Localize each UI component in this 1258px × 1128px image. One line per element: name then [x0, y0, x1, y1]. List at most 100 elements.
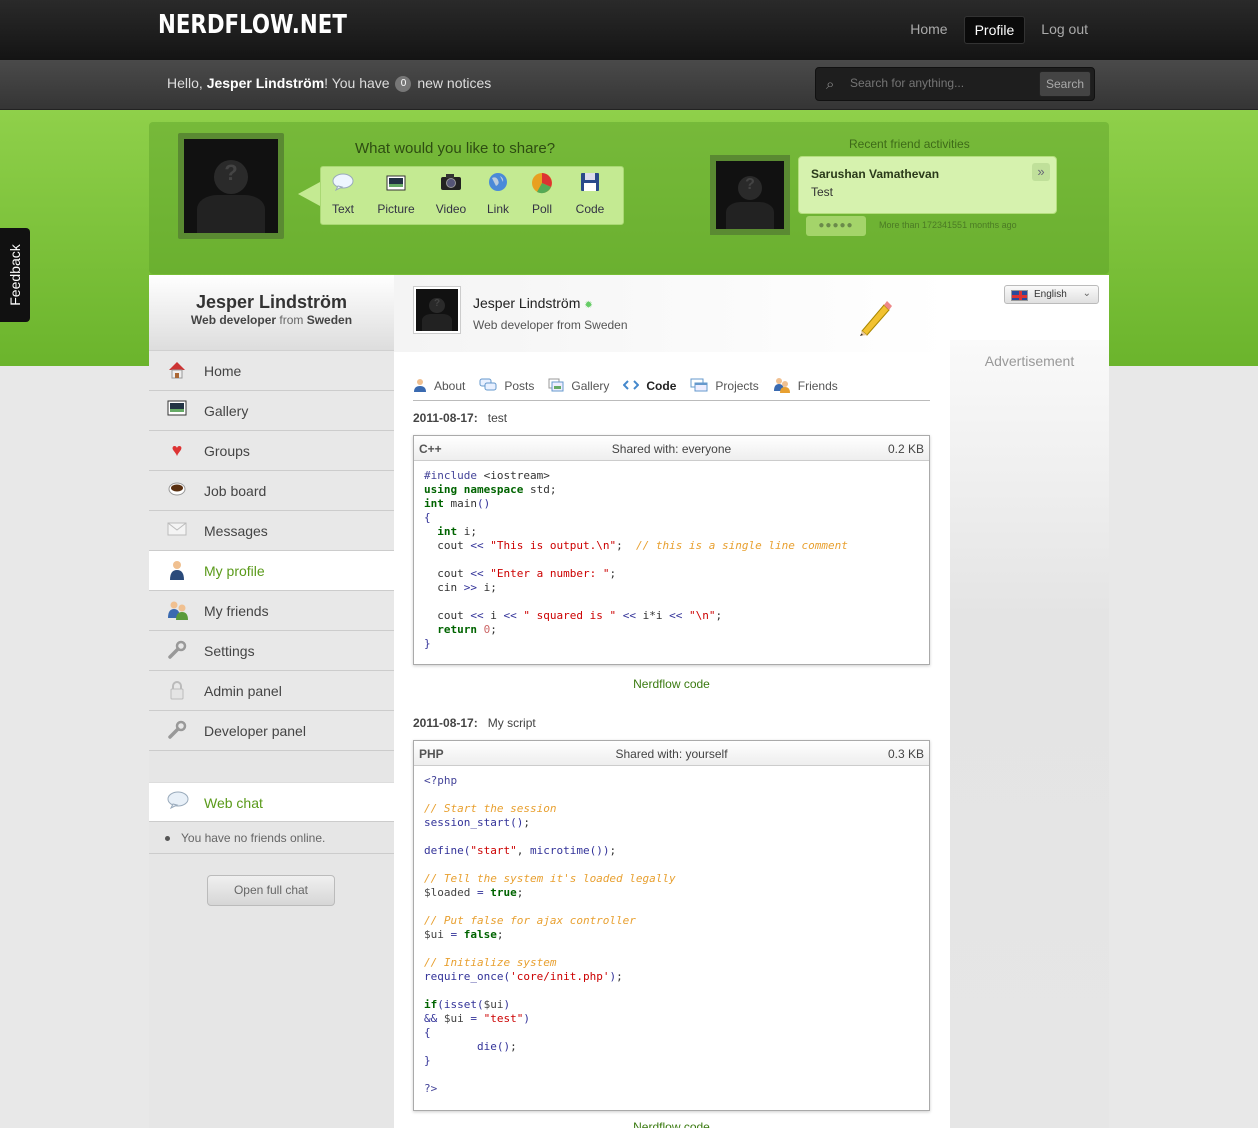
tab-about[interactable]: About	[413, 378, 465, 394]
activity-text: Test	[811, 185, 834, 199]
post-title[interactable]: test	[488, 411, 507, 425]
code-language: PHP	[419, 747, 444, 761]
heart-icon: ♥	[171, 440, 183, 460]
tab-friends[interactable]: Friends	[773, 377, 838, 396]
feedback-tab[interactable]: Feedback	[0, 228, 30, 322]
activity-friend-name[interactable]: Sarushan Vamathevan	[811, 167, 939, 181]
friend-avatar[interactable]: ?	[710, 155, 790, 235]
chat-status: You have no friends online.	[149, 823, 394, 854]
profile-avatar[interactable]: ?	[413, 286, 461, 334]
wrench-icon	[167, 720, 187, 740]
sidebar-item-job-board[interactable]: Job board	[149, 471, 394, 511]
post-date: 2011-08-17: test	[413, 411, 508, 425]
code-snippet-header: Shared with: yourself PHP 0.3 KB	[414, 741, 929, 766]
nerdflow-code-link[interactable]: Nerdflow code	[413, 1120, 930, 1128]
notice-count-badge[interactable]: 0	[395, 76, 412, 93]
online-status-icon: ✹	[584, 300, 593, 311]
search-button[interactable]: Search	[1038, 71, 1091, 97]
sidebar-item-groups[interactable]: ♥ Groups	[149, 431, 394, 471]
sidebar-profile-header: Jesper Lindström Web developer from Swed…	[149, 275, 394, 351]
sidebar-item-my-profile[interactable]: My profile	[149, 551, 394, 591]
top-nav: Home Profile Log out	[900, 16, 1098, 44]
next-activity-button[interactable]: »	[1032, 163, 1050, 181]
profile-name: Jesper Lindström ✹	[473, 295, 593, 311]
double-chevron-right-icon: »	[1037, 164, 1045, 179]
code-snippet-header: Shared with: everyone C++ 0.2 KB	[414, 436, 929, 461]
profile-subtitle: Web developer from Sweden	[473, 318, 628, 332]
sidebar-item-developer-panel[interactable]: Developer panel	[149, 711, 394, 751]
sidebar-item-my-friends[interactable]: My friends	[149, 591, 394, 631]
web-chat-item[interactable]: Web chat	[149, 782, 394, 822]
code-visibility: Shared with: yourself	[615, 747, 728, 761]
sidebar-user-role: Web developer from Sweden	[190, 313, 353, 327]
left-sidebar: Jesper Lindström Web developer from Swed…	[149, 275, 394, 1128]
avatar-placeholder-icon: ?	[184, 139, 278, 233]
right-column: English ⌄ Advertisement	[950, 275, 1109, 1128]
tab-code[interactable]: Code	[622, 378, 676, 394]
camera-icon	[428, 172, 474, 198]
pie-chart-icon	[522, 172, 562, 198]
share-box-pointer	[298, 182, 320, 206]
code-body[interactable]: <?php // Start the session session_start…	[414, 766, 929, 1104]
sidebar-menu: Home Gallery ♥ Groups Job board Messages…	[149, 351, 394, 751]
profile-tabs: About Posts Gallery Code Projects Friend…	[413, 377, 930, 401]
code-snippet: Shared with: everyone C++ 0.2 KB #includ…	[413, 435, 930, 665]
share-poll-button[interactable]: Poll	[522, 172, 562, 216]
uk-flag-icon	[1011, 290, 1028, 301]
tab-gallery[interactable]: Gallery	[548, 378, 609, 394]
sidebar-item-home[interactable]: Home	[149, 351, 394, 391]
greeting-text: Hello, Jesper Lindström! You have 0 new …	[167, 75, 492, 93]
code-size: 0.2 KB	[887, 442, 924, 456]
profile-header: ? Jesper Lindström ✹ Web developer from S…	[394, 275, 950, 352]
post-title[interactable]: My script	[488, 716, 536, 730]
status-dot-icon	[165, 836, 170, 841]
picture-icon	[167, 400, 187, 420]
edit-profile-pencil-icon[interactable]	[854, 297, 894, 337]
code-body[interactable]: #include <iostream> using namespace std;…	[414, 461, 929, 659]
user-avatar[interactable]: ?	[178, 133, 284, 239]
activity-pager-dots[interactable]: ●●●●●	[806, 216, 866, 236]
sidebar-item-gallery[interactable]: Gallery	[149, 391, 394, 431]
globe-icon	[478, 172, 518, 198]
tab-projects[interactable]: Projects	[690, 378, 759, 394]
sidebar-item-admin-panel[interactable]: Admin panel	[149, 671, 394, 711]
recent-activities-title: Recent friend activities	[849, 137, 970, 151]
site-logo[interactable]: NERDFLOW.NET	[158, 10, 347, 40]
user-icon	[167, 560, 187, 580]
code-icon	[622, 379, 640, 394]
code-visibility: Shared with: everyone	[611, 442, 732, 456]
share-picture-button[interactable]: Picture	[368, 172, 424, 216]
share-code-button[interactable]: Code	[566, 172, 614, 216]
speech-bubbles-icon	[479, 378, 497, 395]
share-text-button[interactable]: Text	[322, 172, 364, 216]
house-icon	[167, 360, 187, 380]
avatar-placeholder-icon: ?	[416, 289, 458, 331]
share-link-button[interactable]: Link	[478, 172, 518, 216]
users-icon	[167, 600, 188, 620]
sidebar-item-settings[interactable]: Settings	[149, 631, 394, 671]
code-language: C++	[419, 442, 442, 456]
tab-posts[interactable]: Posts	[479, 378, 534, 394]
nav-home-link[interactable]: Home	[900, 16, 957, 44]
greeting-bar: Hello, Jesper Lindström! You have 0 new …	[0, 60, 1258, 110]
floppy-disk-icon	[566, 172, 614, 198]
share-video-button[interactable]: Video	[428, 172, 474, 216]
main-content: ? Jesper Lindström ✹ Web developer from S…	[394, 275, 950, 1128]
post-date: 2011-08-17: My script	[413, 716, 536, 730]
search-box: ⌕ Search	[815, 67, 1095, 101]
top-bar: NERDFLOW.NET Home Profile Log out	[0, 0, 1258, 60]
activity-card[interactable]: Sarushan Vamathevan Test »	[798, 156, 1057, 214]
sidebar-item-messages[interactable]: Messages	[149, 511, 394, 551]
search-input[interactable]	[850, 76, 1040, 90]
greeting-username[interactable]: Jesper Lindström	[207, 75, 324, 91]
language-select[interactable]: English ⌄	[1004, 285, 1099, 304]
nav-logout-link[interactable]: Log out	[1031, 16, 1098, 44]
gallery-icon	[548, 378, 564, 395]
code-size: 0.3 KB	[887, 747, 924, 761]
advertisement-label: Advertisement	[984, 353, 1075, 369]
users-icon	[773, 377, 791, 396]
search-icon: ⌕	[826, 76, 835, 93]
nerdflow-code-link[interactable]: Nerdflow code	[413, 677, 930, 691]
open-full-chat-button[interactable]: Open full chat	[207, 875, 335, 906]
nav-profile-link[interactable]: Profile	[963, 16, 1026, 44]
